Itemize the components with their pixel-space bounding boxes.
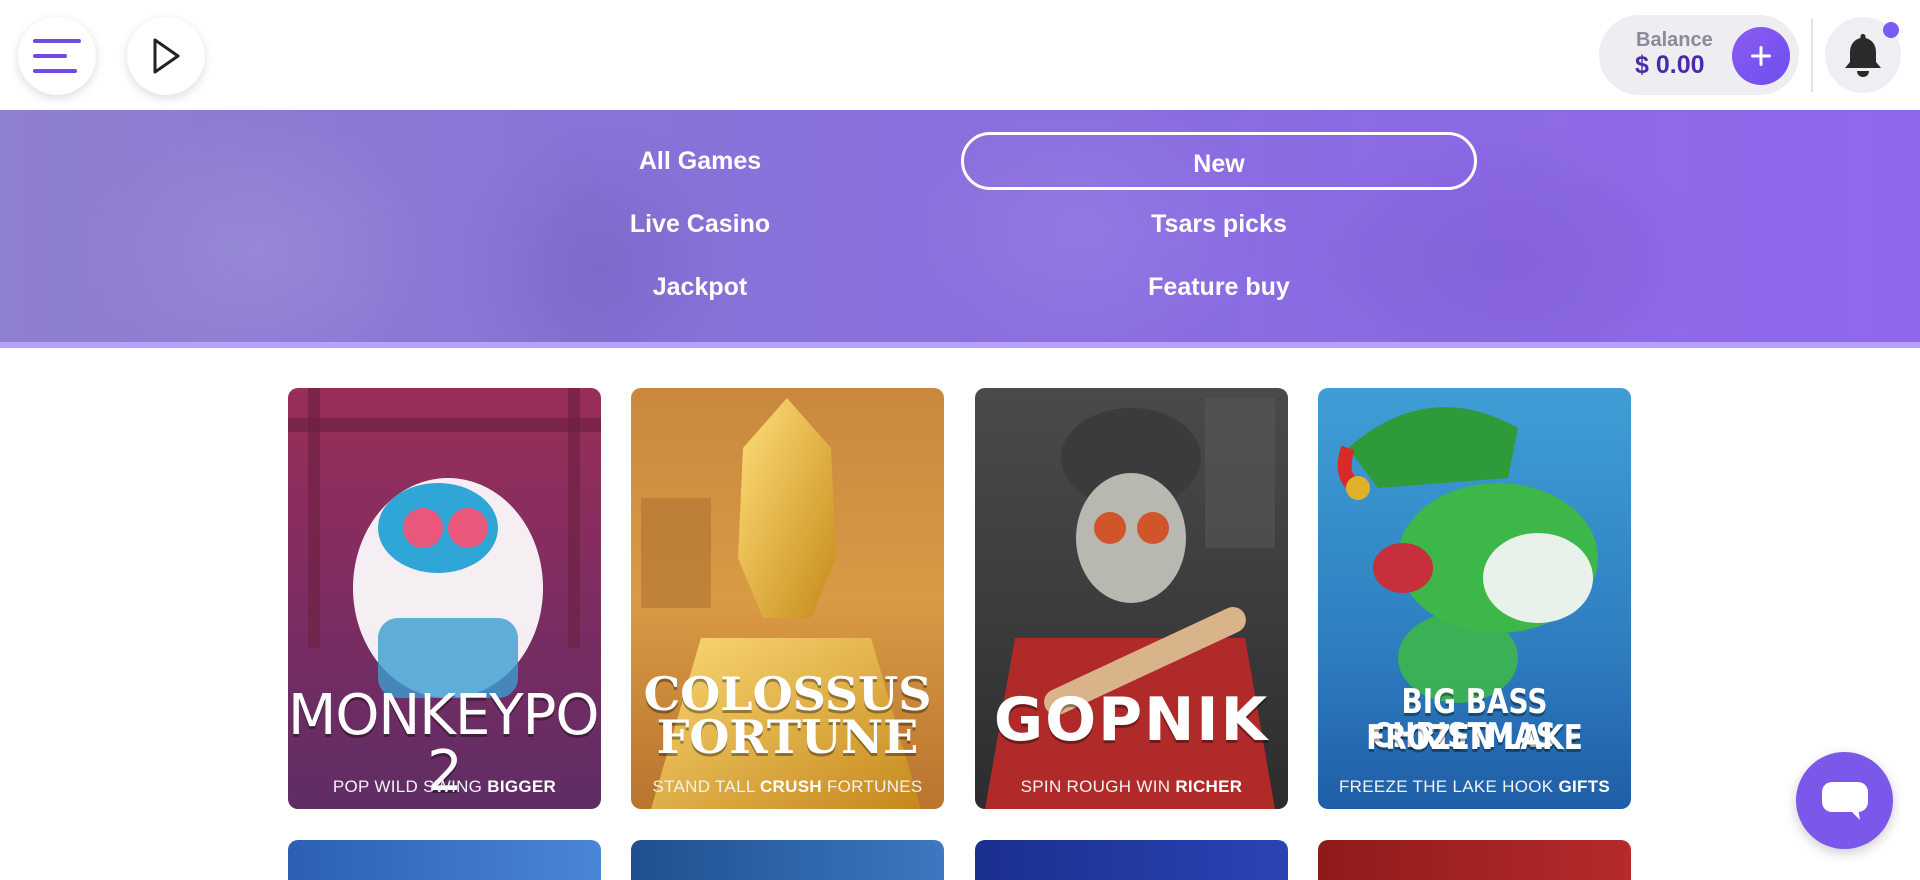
game-title-line-2: FORTUNE [656, 710, 919, 764]
balance-label: Balance [1636, 29, 1713, 51]
game-card-row2-2[interactable] [631, 840, 944, 880]
nav-all-games[interactable]: All Games [570, 147, 830, 176]
nav-feature-buy[interactable]: Feature buy [961, 258, 1477, 316]
bell-icon [1845, 34, 1881, 77]
play-button[interactable] [127, 17, 205, 95]
tagline-text: STAND TALL [652, 777, 755, 796]
nav-live-casino[interactable]: Live Casino [570, 210, 830, 239]
notification-dot [1883, 22, 1899, 38]
game-tagline: POP WILD SWING BIGGER [288, 777, 601, 797]
menu-icon [33, 39, 81, 73]
game-card-row2-4[interactable] [1318, 840, 1631, 880]
game-card-colossus-fortune[interactable]: COLOSSUS FORTUNE STAND TALL CRUSH FORTUN… [631, 388, 944, 809]
game-tagline: FREEZE THE LAKE HOOK GIFTS [1318, 777, 1631, 797]
game-tagline: STAND TALL CRUSH FORTUNES [631, 777, 944, 797]
game-tagline: SPIN ROUGH WIN RICHER [975, 777, 1288, 797]
tagline-text-end: FORTUNES [826, 777, 923, 796]
tagline-text: SPIN ROUGH WIN [1020, 777, 1171, 796]
balance-value: $ 0.00 [1635, 51, 1705, 79]
tagline-bold: RICHER [1175, 777, 1243, 796]
deposit-button[interactable] [1732, 27, 1790, 85]
play-icon [153, 38, 180, 74]
tagline-bold: BIGGER [487, 777, 557, 796]
top-bar: Balance $ 0.00 [0, 0, 1920, 110]
header-divider [1811, 18, 1813, 92]
category-nav: All Games Live Casino Jackpot New Tsars … [0, 110, 1920, 348]
chat-icon [1821, 781, 1868, 820]
nav-jackpot[interactable]: Jackpot [570, 273, 830, 302]
game-card-gopnik[interactable]: GOPNIK SPIN ROUGH WIN RICHER [975, 388, 1288, 809]
menu-button[interactable] [18, 17, 96, 95]
tagline-bold: CRUSH [759, 777, 822, 796]
tagline-text: FREEZE THE LAKE HOOK [1338, 777, 1554, 796]
tagline-text: POP WILD SWING [332, 777, 483, 796]
game-card-row2-3[interactable] [975, 840, 1288, 880]
game-card-row2-1[interactable] [288, 840, 601, 880]
tagline-bold: GIFTS [1558, 777, 1611, 796]
game-card-big-bass-christmas[interactable]: BIG BASS CHRISTMAS - FROZEN LAKE FREEZE … [1318, 388, 1631, 809]
game-title: GOPNIK [993, 685, 1270, 755]
chat-button[interactable] [1796, 752, 1893, 849]
game-title-line-2: FROZEN LAKE [1366, 718, 1583, 758]
nav-new[interactable]: New [961, 132, 1477, 190]
game-card-monkeypop-2[interactable]: MONKEYPOP 2 POP WILD SWING BIGGER [288, 388, 601, 809]
balance-widget: Balance $ 0.00 [1599, 15, 1799, 95]
plus-icon [1751, 46, 1771, 66]
nav-tsars-picks[interactable]: Tsars picks [961, 195, 1477, 253]
